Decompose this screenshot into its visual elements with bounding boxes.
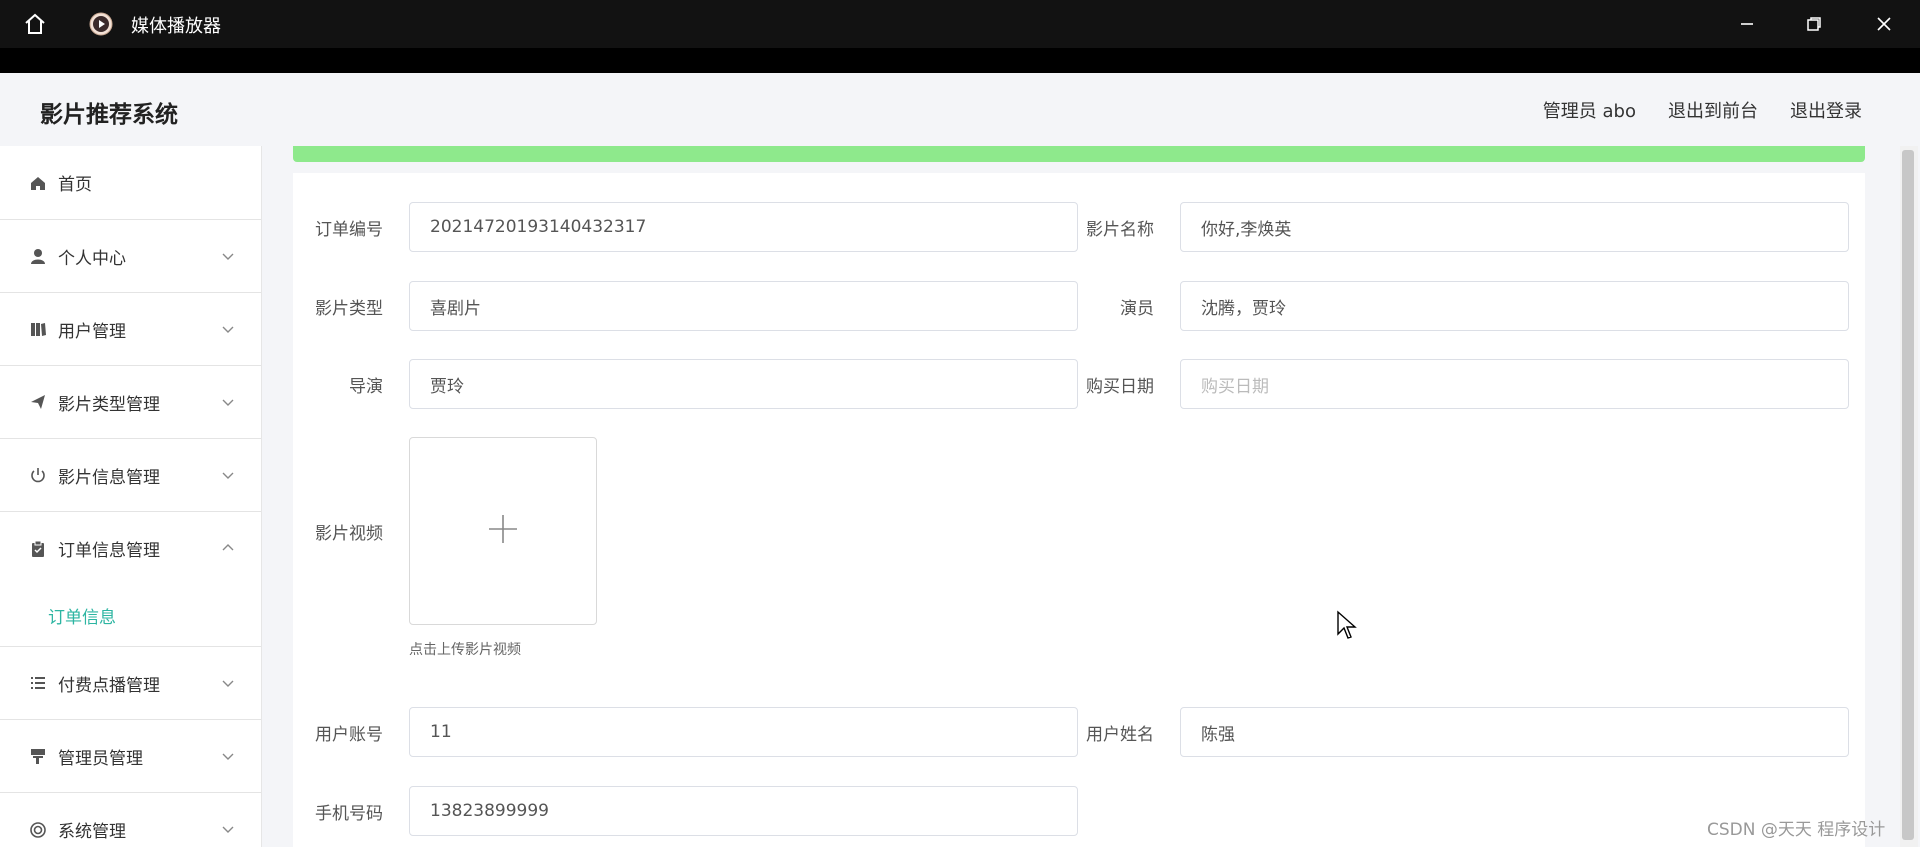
vertical-scrollbar[interactable]	[1900, 146, 1918, 847]
minimize-icon[interactable]	[1733, 10, 1761, 38]
mouse-cursor-icon	[1336, 610, 1358, 642]
order-no-field[interactable]: 2021472019314043231​7	[409, 202, 1078, 252]
close-icon[interactable]	[1870, 10, 1898, 38]
sidebar-item-film-type-management[interactable]: 影片类型管理	[0, 366, 261, 439]
sidebar-item-label: 管理员管理	[58, 748, 143, 769]
director-label: 导演	[349, 377, 383, 397]
window-titlebar: 媒体播放器	[0, 0, 1920, 48]
settings-icon	[28, 820, 48, 840]
upload-tip: 点击上传影片视频	[409, 642, 521, 658]
sidebar-item-home[interactable]: 首页	[0, 146, 261, 220]
sidebar-item-label: 用户管理	[58, 321, 126, 342]
header-nav: 管理员 abo 退出到前台 退出登录	[1543, 97, 1862, 123]
sidebar-item-user-management[interactable]: 用户管理	[0, 293, 261, 366]
order-form-card: 订单编号 2021472019314043231​7 影片名称 你好,李焕英 影…	[293, 173, 1865, 847]
app-window: 影片推荐系统 管理员 abo 退出到前台 退出登录 首页 个人中心 用户管理 影…	[0, 73, 1920, 847]
chevron-down-icon	[221, 321, 235, 335]
home-icon	[28, 173, 48, 193]
order-no-label: 订单编号	[315, 220, 383, 240]
film-name-field[interactable]: 你好,李焕英	[1180, 202, 1849, 252]
chevron-down-icon	[221, 248, 235, 262]
chevron-down-icon	[221, 394, 235, 408]
window-title: 媒体播放器	[131, 16, 221, 37]
watermark: CSDN @天天 程序设计	[1707, 820, 1886, 840]
chevron-down-icon	[221, 675, 235, 689]
sidebar-subitem-order-info[interactable]: 订单信息	[0, 585, 261, 647]
sidebar-item-label: 影片信息管理	[58, 467, 160, 488]
send-icon	[28, 392, 48, 412]
title-divider	[0, 48, 1920, 73]
exit-to-frontend-link[interactable]: 退出到前台	[1668, 97, 1758, 123]
media-player-icon	[88, 11, 114, 37]
film-type-label: 影片类型	[315, 299, 383, 319]
plus-icon	[487, 513, 519, 549]
app-brand: 影片推荐系统	[40, 102, 178, 128]
stamp-icon	[28, 746, 48, 766]
sidebar-item-label: 付费点播管理	[58, 675, 160, 696]
scrollbar-thumb[interactable]	[1902, 150, 1914, 840]
phone-label: 手机号码	[315, 804, 383, 824]
list-icon	[28, 673, 48, 693]
purchase-date-label: 购买日期	[1086, 377, 1154, 397]
phone-field[interactable]: 13823899999	[409, 786, 1078, 836]
director-field[interactable]: 贾玲	[409, 359, 1078, 409]
chevron-down-icon	[221, 467, 235, 481]
admin-name-link[interactable]: 管理员 abo	[1543, 97, 1636, 123]
home-icon[interactable]	[22, 11, 48, 37]
chevron-up-icon	[221, 540, 235, 554]
sidebar: 首页 个人中心 用户管理 影片类型管理 影片信息管理 订单信息管理 订单信息 付…	[0, 146, 262, 847]
maximize-icon[interactable]	[1800, 10, 1828, 38]
purchase-date-field[interactable]: 购买日期	[1180, 359, 1849, 409]
video-upload-box[interactable]	[409, 437, 597, 625]
sidebar-item-order-info-management[interactable]: 订单信息管理	[0, 512, 261, 585]
actors-label: 演员	[1120, 299, 1154, 319]
actors-field[interactable]: 沈腾，贾玲	[1180, 281, 1849, 331]
sidebar-item-label: 个人中心	[58, 248, 126, 269]
user-icon	[28, 246, 48, 266]
film-type-field[interactable]: 喜剧片	[409, 281, 1078, 331]
sidebar-item-label: 首页	[58, 175, 92, 195]
power-icon	[28, 465, 48, 485]
sidebar-item-label: 影片类型管理	[58, 394, 160, 415]
user-account-label: 用户账号	[315, 725, 383, 745]
user-account-field[interactable]: 11	[409, 707, 1078, 757]
user-name-label: 用户姓名	[1086, 725, 1154, 745]
sidebar-item-label: 系统管理	[58, 822, 126, 842]
sidebar-item-pay-per-view-management[interactable]: 付费点播管理	[0, 647, 261, 720]
sidebar-item-admin-management[interactable]: 管理员管理	[0, 720, 261, 793]
film-video-label: 影片视频	[315, 524, 383, 544]
green-banner	[293, 146, 1865, 162]
chevron-down-icon	[221, 821, 235, 835]
user-name-field[interactable]: 陈强	[1180, 707, 1849, 757]
sidebar-item-personal-center[interactable]: 个人中心	[0, 220, 261, 293]
chevron-down-icon	[221, 748, 235, 762]
sidebar-item-system-management[interactable]: 系统管理	[0, 793, 261, 847]
clipboard-icon	[28, 539, 48, 559]
film-name-label: 影片名称	[1086, 220, 1154, 240]
logout-link[interactable]: 退出登录	[1790, 97, 1862, 123]
users-icon	[28, 319, 48, 339]
main-content: 订单编号 2021472019314043231​7 影片名称 你好,李焕英 影…	[262, 146, 1920, 847]
app-header: 影片推荐系统 管理员 abo 退出到前台 退出登录	[0, 73, 1920, 146]
sidebar-item-film-info-management[interactable]: 影片信息管理	[0, 439, 261, 512]
sidebar-item-label: 订单信息管理	[58, 541, 160, 561]
